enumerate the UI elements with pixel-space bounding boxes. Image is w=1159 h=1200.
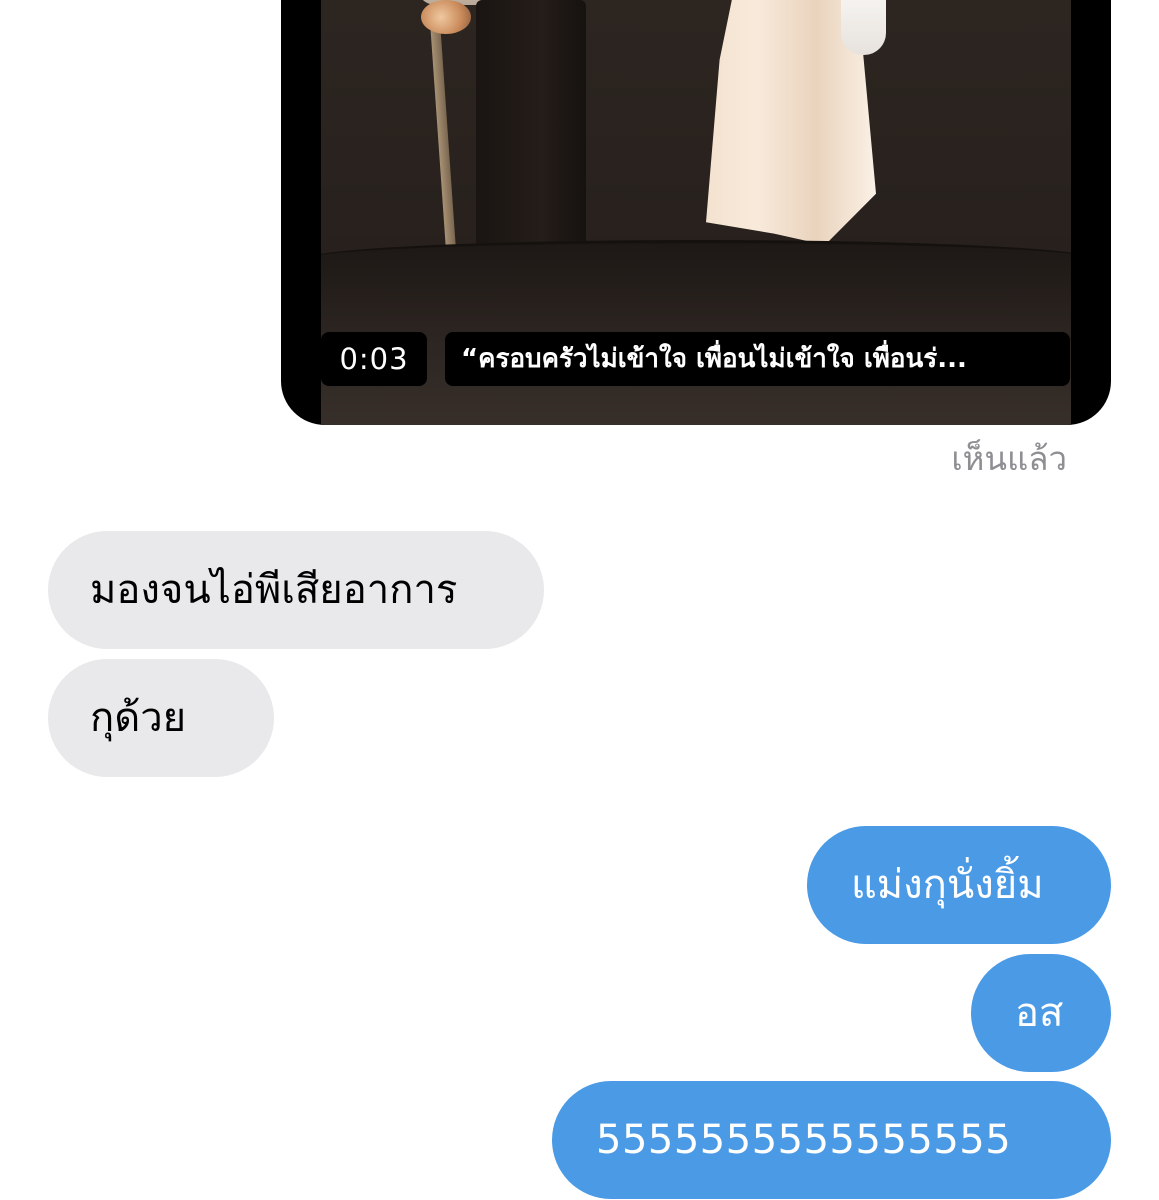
read-receipt: เห็นแล้ว [951, 439, 1067, 478]
video-caption: “ครอบครัวไม่เข้าใจ เพื่อนไม่เข้าใจ เพื่อ… [445, 332, 1070, 386]
message-bubble-incoming[interactable]: มองจนไอ่พีเสียอาการ [48, 531, 544, 649]
performer-left-figure [416, 0, 591, 253]
video-duration-badge: 0:03 [321, 332, 427, 386]
video-message[interactable]: 0:03 “ครอบครัวไม่เข้าใจ เพื่อนไม่เข้าใจ … [281, 0, 1111, 425]
message-bubble-incoming[interactable]: กุด้วย [48, 659, 274, 777]
chat-screen: 0:03 “ครอบครัวไม่เข้าใจ เพื่อนไม่เข้าใจ … [0, 0, 1159, 1200]
message-bubble-outgoing[interactable]: 5555555555555555 [552, 1081, 1111, 1199]
message-bubble-outgoing[interactable]: แม่งกุนั่งยิ้ม [807, 826, 1111, 944]
performer-right-figure [691, 0, 886, 245]
message-bubble-outgoing[interactable]: อส [971, 954, 1111, 1072]
